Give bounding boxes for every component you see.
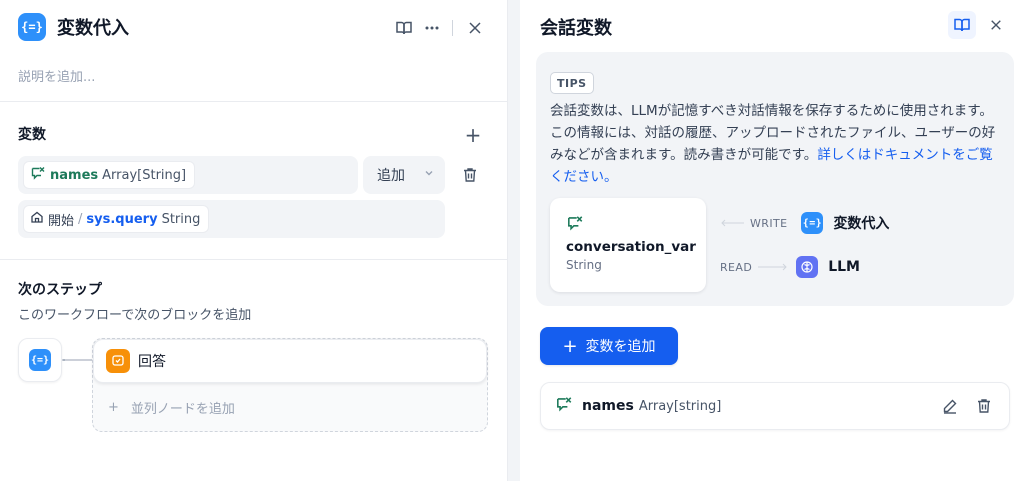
- variable-chip: names Array[String]: [24, 162, 195, 188]
- assigner-node-panel: {=} 変数代入 説明を追加... 変数 + names Array[Strin…: [0, 0, 508, 481]
- read-target: LLM: [828, 259, 860, 275]
- divider: [452, 20, 453, 36]
- panel-gap: [508, 0, 520, 481]
- source-node-name: 開始: [48, 213, 75, 229]
- next-node-answer[interactable]: 回答: [93, 339, 487, 383]
- variable-item-name: names: [582, 398, 634, 414]
- variable-item-type: Array[string]: [638, 398, 722, 414]
- write-target: 変数代入: [833, 216, 890, 232]
- assigner-icon: {=}: [29, 349, 51, 371]
- trash-icon[interactable]: [973, 395, 995, 417]
- answer-icon: [106, 349, 130, 373]
- operation-label: 追加: [377, 168, 405, 184]
- next-step-title: 次のステップ: [18, 282, 102, 298]
- variable-type: Array[String]: [102, 167, 187, 183]
- more-icon[interactable]: [418, 14, 446, 42]
- next-node-label: 回答: [138, 354, 166, 370]
- description-input[interactable]: 説明を追加...: [18, 66, 95, 85]
- value-source-select[interactable]: 開始 / sys.query String: [18, 200, 445, 238]
- close-icon[interactable]: [982, 11, 1010, 39]
- chevron-down-icon: [423, 167, 435, 183]
- close-icon[interactable]: [461, 14, 489, 42]
- arrow-right-icon: [758, 263, 787, 271]
- book-icon[interactable]: [948, 11, 976, 39]
- conversation-variables-panel: 会話変数 TIPS 会話変数は、LLMが記憶すべき対話情報を保存するために使用さ…: [520, 0, 1024, 481]
- assigned-variable-select[interactable]: names Array[String]: [18, 156, 358, 194]
- assigner-icon: {=}: [18, 13, 46, 41]
- plus-icon[interactable]: +: [463, 125, 483, 145]
- write-label: WRITE: [750, 216, 788, 230]
- conversation-var-icon: [555, 395, 573, 417]
- source-variable-name: sys.query: [86, 211, 158, 227]
- source-variable-type: String: [161, 211, 201, 227]
- current-node-thumb: {=}: [18, 338, 62, 382]
- panel-title[interactable]: 変数代入: [57, 14, 129, 40]
- write-flow: WRITE {=} 変数代入: [720, 212, 889, 234]
- panel-title: 会話変数: [540, 18, 612, 39]
- next-step-subtitle: このワークフローで次のブロックを追加: [18, 308, 252, 323]
- divider: [0, 259, 508, 260]
- add-parallel-node-button[interactable]: + 並列ノードを追加: [108, 398, 235, 417]
- book-icon[interactable]: [390, 14, 418, 42]
- assigner-icon: {=}: [801, 212, 824, 234]
- read-flow: READ LLM: [720, 256, 860, 278]
- divider: [0, 101, 508, 102]
- read-label: READ: [720, 260, 753, 274]
- operation-select[interactable]: 追加: [363, 156, 445, 194]
- conversation-var-icon: [30, 165, 46, 185]
- trash-icon[interactable]: [458, 163, 482, 187]
- variable-list-item[interactable]: names Array[string]: [540, 382, 1010, 430]
- plus-icon: +: [108, 400, 119, 415]
- card-var-type: String: [566, 258, 602, 272]
- path-separator: /: [78, 211, 83, 227]
- tips-box: TIPS 会話変数は、LLMが記憶すべき対話情報を保存するために使用されます。こ…: [536, 52, 1014, 306]
- conversation-var-icon: [566, 214, 584, 236]
- llm-icon: [796, 256, 819, 278]
- value-chip: 開始 / sys.query String: [24, 206, 209, 232]
- conversation-var-card: conversation_var String: [550, 198, 706, 292]
- add-variable-label: 変数を追加: [585, 339, 656, 355]
- tips-text: 会話変数は、LLMが記憶すべき対話情報を保存するために使用されます。この情報には…: [550, 100, 1002, 188]
- tips-badge: TIPS: [550, 72, 594, 94]
- plus-icon: +: [562, 335, 578, 357]
- home-icon: [30, 210, 44, 228]
- connector-line: [62, 359, 92, 361]
- add-parallel-label: 並列ノードを追加: [130, 402, 235, 417]
- variable-name: names: [50, 167, 99, 183]
- add-variable-button[interactable]: + 変数を追加: [540, 327, 678, 365]
- arrow-left-icon: [721, 219, 744, 227]
- panel-header: {=} 変数代入: [18, 12, 129, 42]
- edit-icon[interactable]: [939, 395, 961, 417]
- panel-header-actions: [390, 14, 489, 42]
- variables-section-title: 変数: [18, 127, 46, 143]
- card-var-name: conversation_var: [566, 239, 696, 255]
